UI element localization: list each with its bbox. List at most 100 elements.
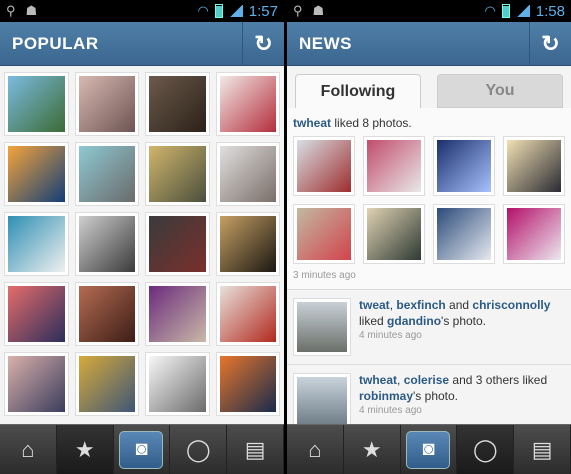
photo-thumbnail[interactable] <box>4 282 69 346</box>
clock: 1:58 <box>535 2 565 20</box>
battery-icon <box>214 4 223 18</box>
photo-thumbnail[interactable] <box>145 142 210 206</box>
photo-image <box>8 216 65 272</box>
refresh-icon: ↻ <box>541 30 560 56</box>
photo-thumbnail[interactable] <box>4 142 69 206</box>
photo-thumbnail[interactable] <box>74 352 139 416</box>
signal-icon <box>228 5 243 17</box>
username-link[interactable]: robinmay <box>359 389 413 403</box>
photo-image <box>78 146 135 202</box>
tab-profile[interactable]: ▤ <box>514 425 571 474</box>
username-link[interactable]: tweat <box>359 298 390 312</box>
photo-thumbnail[interactable] <box>433 204 495 264</box>
liked-photos-grid <box>293 136 565 264</box>
tab-news[interactable]: ◯ <box>457 425 515 474</box>
photo-thumbnail[interactable] <box>4 212 69 276</box>
username-link[interactable]: twheat <box>359 373 397 387</box>
photo-thumbnail[interactable] <box>4 352 69 416</box>
photo-thumbnail[interactable] <box>74 212 139 276</box>
photo-thumbnail[interactable] <box>215 212 280 276</box>
photo-thumbnail[interactable] <box>74 142 139 206</box>
tab-profile[interactable]: ▤ <box>227 425 284 474</box>
photo-image <box>297 377 347 427</box>
news-screen: ⚲ ☗ ◠ 1:58 NEWS ↻ Following You twheat l… <box>287 0 571 474</box>
photo-image <box>219 146 276 202</box>
clock: 1:57 <box>248 2 278 20</box>
photo-thumbnail[interactable] <box>363 136 425 196</box>
suffix-text: 's photo. <box>413 388 459 403</box>
title-bar: POPULAR ↻ <box>0 21 284 66</box>
photo-thumbnail[interactable] <box>145 282 210 346</box>
photo-thumbnail[interactable] <box>215 142 280 206</box>
username-link[interactable]: chrisconnolly <box>472 298 550 312</box>
timestamp: 4 minutes ago <box>359 405 422 417</box>
photo-image <box>149 146 206 202</box>
photo-thumbnail[interactable] <box>293 136 355 196</box>
page-title: NEWS <box>299 33 352 53</box>
username-link[interactable]: gdandino <box>387 314 441 328</box>
tab-camera[interactable]: ◙ <box>401 425 458 474</box>
photo-thumbnail[interactable] <box>4 72 69 136</box>
photo-thumbnail[interactable] <box>433 136 495 196</box>
photo-thumbnail[interactable] <box>74 72 139 136</box>
photo-thumbnail[interactable] <box>145 72 210 136</box>
photo-image <box>297 208 351 260</box>
refresh-button[interactable]: ↻ <box>242 21 284 66</box>
photo-image <box>297 302 347 352</box>
photo-thumbnail[interactable] <box>215 282 280 346</box>
photo-image <box>8 356 65 412</box>
photo-thumbnail[interactable] <box>293 298 351 356</box>
refresh-button[interactable]: ↻ <box>529 21 571 66</box>
username-link[interactable]: bexfinch <box>396 298 445 312</box>
tab-following[interactable]: Following <box>295 74 421 108</box>
news-feed: twheat liked 8 photos. 3 minutes ago <box>287 108 571 289</box>
photo-thumbnail[interactable] <box>145 212 210 276</box>
photo-image <box>507 140 561 192</box>
status-bar: ⚲ ☗ ◠ 1:58 <box>287 0 571 22</box>
photo-image <box>219 286 276 342</box>
photo-image <box>149 76 206 132</box>
photo-image <box>149 216 206 272</box>
photo-image <box>507 208 561 260</box>
username-link[interactable]: twheat <box>293 116 331 130</box>
tab-news[interactable]: ◯ <box>170 425 228 474</box>
tab-home[interactable]: ⌂ <box>287 425 344 474</box>
photo-image <box>437 140 491 192</box>
photo-thumbnail[interactable] <box>215 72 280 136</box>
tab-you[interactable]: You <box>437 74 563 108</box>
timestamp: 4 minutes ago <box>359 330 422 342</box>
title-bar: NEWS ↻ <box>287 21 571 66</box>
verb-text: liked <box>359 313 384 328</box>
list-item[interactable]: tweat, bexfinch and chrisconnolly liked … <box>287 289 571 364</box>
photo-image <box>367 208 421 260</box>
username-link[interactable]: colerise <box>404 373 449 387</box>
tab-popular[interactable]: ★ <box>344 425 401 474</box>
photo-thumbnail[interactable] <box>293 204 355 264</box>
photo-image <box>78 76 135 132</box>
photo-thumbnail[interactable] <box>503 204 565 264</box>
star-icon: ★ <box>361 436 382 462</box>
popular-photo-grid <box>0 66 284 422</box>
signal-icon <box>515 5 530 17</box>
bottom-tab-bar: ⌂ ★ ◙ ◯ ▤ <box>287 424 571 474</box>
tab-popular[interactable]: ★ <box>56 425 114 474</box>
profile-card-icon: ▤ <box>531 436 553 462</box>
refresh-icon: ↻ <box>254 30 273 56</box>
photo-thumbnail[interactable] <box>363 204 425 264</box>
photo-thumbnail[interactable] <box>293 373 351 431</box>
tab-camera[interactable]: ◙ <box>114 425 171 474</box>
photo-image <box>297 140 351 192</box>
camera-icon: ◙ <box>119 430 164 469</box>
photo-thumbnail[interactable] <box>74 282 139 346</box>
photo-image <box>78 356 135 412</box>
chat-bubble-icon: ◯ <box>472 436 498 462</box>
photo-thumbnail[interactable] <box>503 136 565 196</box>
conjunction-text: and <box>449 298 470 312</box>
tab-home[interactable]: ⌂ <box>0 425 57 474</box>
bottom-tab-bar: ⌂ ★ ◙ ◯ ▤ <box>0 424 284 474</box>
photo-image <box>437 208 491 260</box>
photo-thumbnail[interactable] <box>145 352 210 416</box>
photo-thumbnail[interactable] <box>215 352 280 416</box>
activity-text: liked 8 photos. <box>334 116 412 130</box>
android-debug-icon: ☗ <box>312 3 325 18</box>
